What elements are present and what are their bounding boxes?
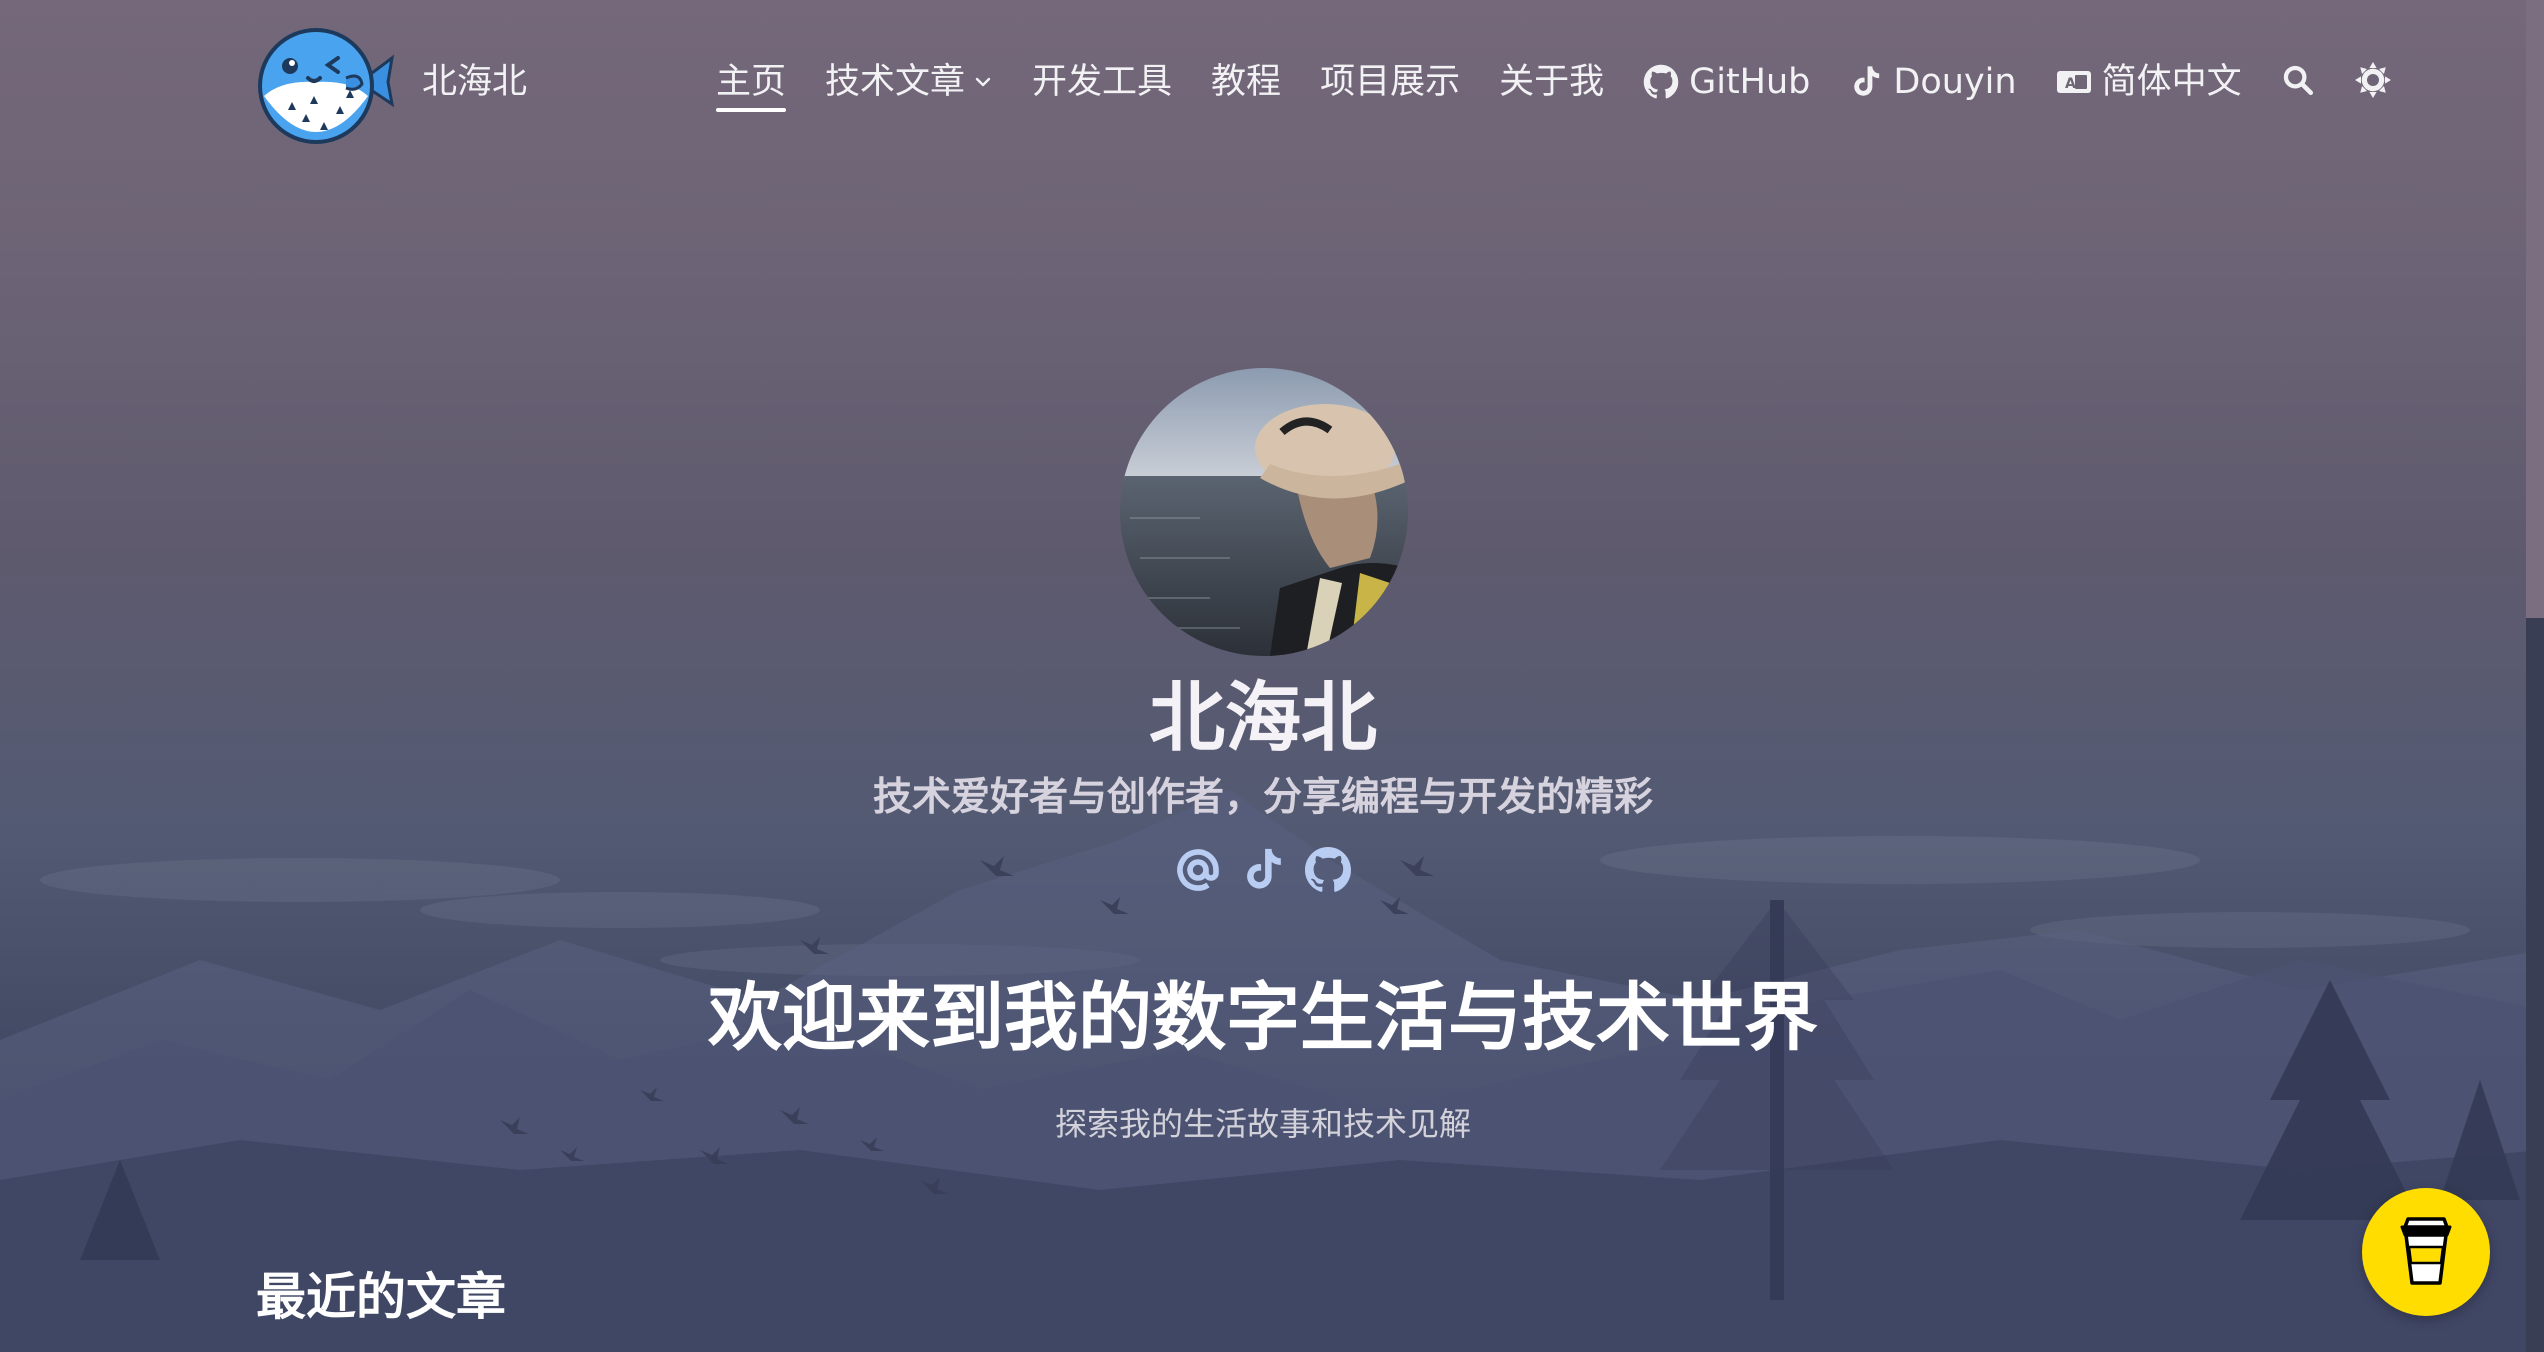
nav-item-label: 教程	[1211, 62, 1282, 102]
nav-item-dev-tools[interactable]: 开发工具	[1032, 60, 1172, 104]
hero-subtitle: 探索我的生活故事和技术见解	[1054, 1105, 1471, 1143]
nav-item-tech-articles[interactable]: 技术文章	[825, 60, 993, 104]
buy-me-a-coffee-button[interactable]	[2362, 1188, 2490, 1316]
tiktok-icon[interactable]	[1240, 846, 1286, 894]
avatar	[1120, 368, 1408, 656]
site-title[interactable]: 北海北	[422, 60, 527, 104]
nav-item-label: GitHub	[1689, 62, 1811, 102]
search-icon	[2281, 63, 2315, 101]
recent-posts-heading: 最近的文章	[256, 1268, 506, 1326]
nav-item-label: Douyin	[1893, 62, 2017, 102]
nav-item-github[interactable]: GitHub	[1643, 60, 1810, 104]
coffee-cup-icon	[2396, 1213, 2456, 1291]
nav-item-label: 简体中文	[2101, 62, 2242, 102]
at-email-icon[interactable]	[1174, 846, 1222, 894]
author-tagline: 技术爱好者与创作者，分享编程与开发的精彩	[872, 775, 1653, 820]
nav-item-label: 技术文章	[825, 62, 966, 102]
hero-welcome-heading: 欢迎来到我的数字生活与技术世界	[708, 975, 1818, 1061]
search-button[interactable]	[2281, 63, 2315, 101]
nav-item-label: 关于我	[1499, 62, 1605, 102]
nav-item-tutorials[interactable]: 教程	[1211, 60, 1281, 104]
nav-item-projects[interactable]: 项目展示	[1320, 60, 1460, 104]
scrollbar-thumb[interactable]	[2526, 618, 2544, 1352]
language-icon: A	[2056, 68, 2092, 96]
site-header: 北海北 主页 技术文章 开发工具 教程 项目展示 关于我 GitHub Douy…	[0, 0, 2526, 170]
theme-toggle-button[interactable]	[2354, 62, 2391, 102]
social-links	[1174, 842, 1370, 898]
nav-item-label: 开发工具	[1032, 62, 1173, 102]
github-icon	[1643, 64, 1679, 100]
github-icon[interactable]	[1304, 846, 1352, 894]
nav-item-home[interactable]: 主页	[716, 60, 787, 112]
pufferfish-logo-icon[interactable]	[250, 18, 396, 148]
nav-item-douyin[interactable]: Douyin	[1849, 60, 2017, 104]
nav-item-language[interactable]: A 简体中文	[2056, 60, 2242, 104]
main-navigation: 主页 技术文章 开发工具 教程 项目展示 关于我 GitHub Douyin A…	[716, 56, 2431, 112]
chevron-down-icon	[973, 72, 993, 92]
tiktok-icon	[1849, 64, 1883, 100]
nav-item-label: 项目展示	[1320, 62, 1461, 102]
nav-item-label: 主页	[716, 62, 787, 102]
sun-icon	[2354, 62, 2391, 102]
avatar-photo	[1120, 368, 1408, 656]
author-name: 北海北	[1149, 673, 1377, 762]
nav-item-about[interactable]: 关于我	[1499, 60, 1604, 104]
svg-text:A: A	[2065, 76, 2076, 92]
